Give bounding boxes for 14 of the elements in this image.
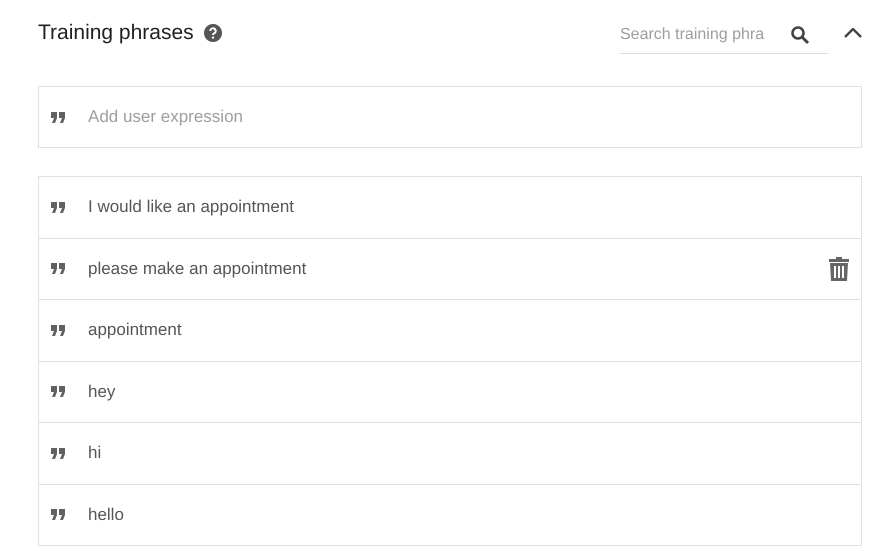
trash-icon[interactable] <box>829 256 849 281</box>
quote-icon <box>51 112 66 122</box>
quote-icon <box>51 509 66 520</box>
help-icon[interactable] <box>204 24 222 42</box>
search-icon[interactable] <box>790 24 810 44</box>
quote-icon <box>51 386 66 398</box>
quote-icon <box>51 202 66 213</box>
search-field[interactable]: Search training phra <box>620 16 828 54</box>
chevron-up-icon[interactable] <box>844 28 862 38</box>
quote-icon <box>51 324 66 336</box>
quote-icon <box>51 263 66 274</box>
add-expression-field[interactable]: Add user expression <box>38 86 862 148</box>
quote-icon <box>51 448 66 459</box>
section-title: Training phrases <box>38 21 194 45</box>
